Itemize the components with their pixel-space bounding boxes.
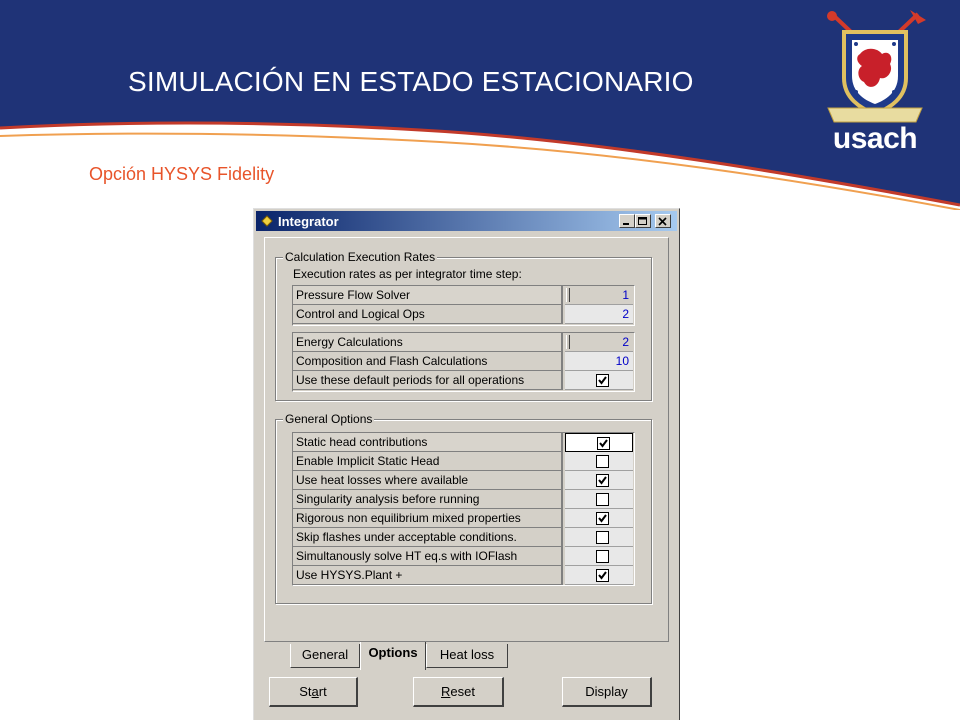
- tab-options[interactable]: Options: [360, 642, 426, 670]
- minimize-button[interactable]: [619, 214, 635, 228]
- heat-losses-checkbox[interactable]: [596, 474, 609, 487]
- tab-general[interactable]: General: [290, 644, 360, 668]
- hysys-plant-checkbox[interactable]: [596, 569, 609, 582]
- option-cell: [565, 452, 633, 471]
- checkmark-icon: [598, 376, 607, 385]
- row-label: Use these default periods for all operat…: [293, 371, 563, 390]
- options-panel: Calculation Execution Rates Execution ra…: [264, 237, 669, 642]
- maximize-icon: [638, 217, 647, 225]
- table-row: Energy Calculations 2: [293, 333, 633, 352]
- table-row: Use HYSYS.Plant +: [293, 566, 633, 585]
- checkmark-icon: [598, 571, 607, 580]
- slider-handle[interactable]: [566, 288, 570, 302]
- window-titlebar[interactable]: Integrator: [256, 211, 677, 231]
- tab-strip: General Options Heat loss: [264, 642, 669, 672]
- option-cell: [565, 566, 633, 585]
- row-label: Control and Logical Ops: [293, 305, 563, 324]
- default-periods-cell: [565, 371, 633, 390]
- option-cell: [565, 471, 633, 490]
- close-icon: [658, 217, 667, 226]
- row-label: Singularity analysis before running: [293, 490, 563, 509]
- integrator-window: Integrator Calculation Execution Rates E…: [253, 208, 680, 720]
- row-label: Simultanously solve HT eq.s with IOFlash: [293, 547, 563, 566]
- calculation-rates-group-label: Calculation Execution Rates: [283, 250, 438, 264]
- rigorous-nonequilibrium-checkbox[interactable]: [596, 512, 609, 525]
- hysys-app-icon: [261, 215, 273, 227]
- table-row: Pressure Flow Solver 1: [293, 286, 633, 305]
- row-label: Skip flashes under acceptable conditions…: [293, 528, 563, 547]
- row-label: Pressure Flow Solver: [293, 286, 563, 305]
- row-label: Enable Implicit Static Head: [293, 452, 563, 471]
- rates-table-a: Pressure Flow Solver 1 Control and Logic…: [292, 285, 635, 326]
- rates-table-b: Energy Calculations 2 Composition and Fl…: [292, 332, 635, 392]
- skip-flashes-checkbox[interactable]: [596, 531, 609, 544]
- general-options-group-label: General Options: [283, 412, 375, 426]
- general-options-group: General Options Static head contribution…: [275, 412, 652, 604]
- row-label: Rigorous non equilibrium mixed propertie…: [293, 509, 563, 528]
- reset-button[interactable]: Reset: [413, 677, 504, 707]
- default-periods-checkbox[interactable]: [596, 374, 609, 387]
- slide-title: SIMULACIÓN EN ESTADO ESTACIONARIO: [128, 66, 694, 97]
- table-row: Control and Logical Ops 2: [293, 305, 633, 324]
- usach-logo-text: usach: [832, 122, 918, 155]
- window-title: Integrator: [278, 214, 339, 229]
- maximize-button[interactable]: [635, 214, 651, 228]
- static-head-checkbox[interactable]: [597, 437, 610, 450]
- option-cell: [565, 490, 633, 509]
- row-label: Static head contributions: [293, 433, 563, 452]
- composition-flash-value[interactable]: 10: [565, 352, 633, 371]
- calculation-rates-group: Calculation Execution Rates Execution ra…: [275, 250, 652, 401]
- control-logical-ops-value[interactable]: 2: [565, 305, 633, 324]
- option-cell: [565, 509, 633, 528]
- checkmark-icon: [599, 439, 608, 448]
- implicit-static-head-checkbox[interactable]: [596, 455, 609, 468]
- row-label: Energy Calculations: [293, 333, 563, 352]
- option-cell: [565, 528, 633, 547]
- row-label: Use heat losses where available: [293, 471, 563, 490]
- pressure-flow-solver-value[interactable]: 1: [565, 286, 633, 305]
- tab-heat-loss[interactable]: Heat loss: [426, 644, 508, 668]
- table-row: Skip flashes under acceptable conditions…: [293, 528, 633, 547]
- display-button[interactable]: Display: [562, 677, 652, 707]
- row-label: Use HYSYS.Plant +: [293, 566, 563, 585]
- minimize-icon: [623, 223, 629, 225]
- execution-rates-caption: Execution rates as per integrator time s…: [293, 267, 522, 281]
- option-cell: [565, 547, 633, 566]
- table-row: Enable Implicit Static Head: [293, 452, 633, 471]
- close-button[interactable]: [655, 214, 671, 228]
- singularity-analysis-checkbox[interactable]: [596, 493, 609, 506]
- table-row: Composition and Flash Calculations 10: [293, 352, 633, 371]
- start-button[interactable]: Start: [269, 677, 358, 707]
- slide-subtitle: Opción HYSYS Fidelity: [89, 164, 275, 184]
- simultaneous-ht-checkbox[interactable]: [596, 550, 609, 563]
- table-row: Rigorous non equilibrium mixed propertie…: [293, 509, 633, 528]
- energy-calculations-value[interactable]: 2: [565, 333, 633, 352]
- table-row: Use heat losses where available: [293, 471, 633, 490]
- row-label: Composition and Flash Calculations: [293, 352, 563, 371]
- general-options-table: Static head contributions Enable Implici…: [292, 432, 635, 586]
- slider-handle[interactable]: [566, 335, 570, 349]
- checkmark-icon: [598, 476, 607, 485]
- table-row: Simultanously solve HT eq.s with IOFlash: [293, 547, 633, 566]
- checkmark-icon: [598, 514, 607, 523]
- table-row: Singularity analysis before running: [293, 490, 633, 509]
- option-cell: [565, 433, 633, 452]
- table-row: Use these default periods for all operat…: [293, 371, 633, 390]
- table-row: Static head contributions: [293, 433, 633, 452]
